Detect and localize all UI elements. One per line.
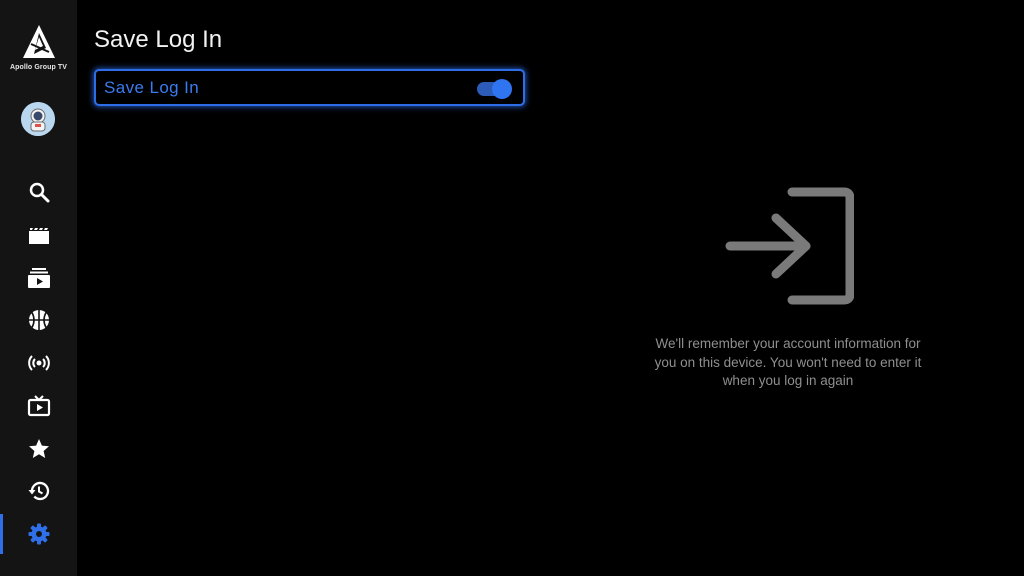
sidebar-item-sports[interactable] (0, 300, 77, 340)
app-name: Apollo Group TV (9, 64, 68, 71)
astronaut-icon (21, 102, 55, 136)
sidebar-item-favorites[interactable] (0, 429, 77, 469)
tv-play-icon (27, 395, 50, 417)
clapperboard-icon (28, 227, 49, 244)
avatar[interactable] (21, 102, 55, 136)
basketball-icon (28, 310, 49, 330)
apollo-logo-icon (22, 25, 55, 58)
page-title: Save Log In (94, 26, 223, 53)
app-logo: Apollo Group TV (0, 24, 77, 71)
sidebar: Apollo Group TV (0, 0, 77, 576)
save-login-toggle[interactable] (477, 78, 513, 99)
play-stack-icon (27, 268, 50, 288)
save-login-setting-row[interactable]: Save Log In (94, 69, 525, 106)
search-icon (29, 182, 49, 203)
sidebar-item-history[interactable] (0, 471, 77, 511)
gear-icon (28, 523, 49, 545)
sidebar-item-live[interactable] (0, 343, 77, 383)
star-icon (28, 439, 49, 458)
sidebar-item-series[interactable] (0, 258, 77, 298)
broadcast-icon (27, 355, 50, 371)
sidebar-item-tv[interactable] (0, 386, 77, 426)
sidebar-item-search[interactable] (0, 172, 77, 212)
login-icon (725, 187, 855, 305)
history-icon (28, 481, 49, 501)
info-description: We'll remember your account information … (654, 336, 922, 388)
info-panel-icon (722, 186, 855, 310)
toggle-knob (492, 78, 512, 99)
save-login-label: Save Log In (104, 77, 200, 97)
sidebar-item-movies[interactable] (0, 215, 77, 255)
sidebar-item-settings[interactable] (0, 514, 77, 554)
